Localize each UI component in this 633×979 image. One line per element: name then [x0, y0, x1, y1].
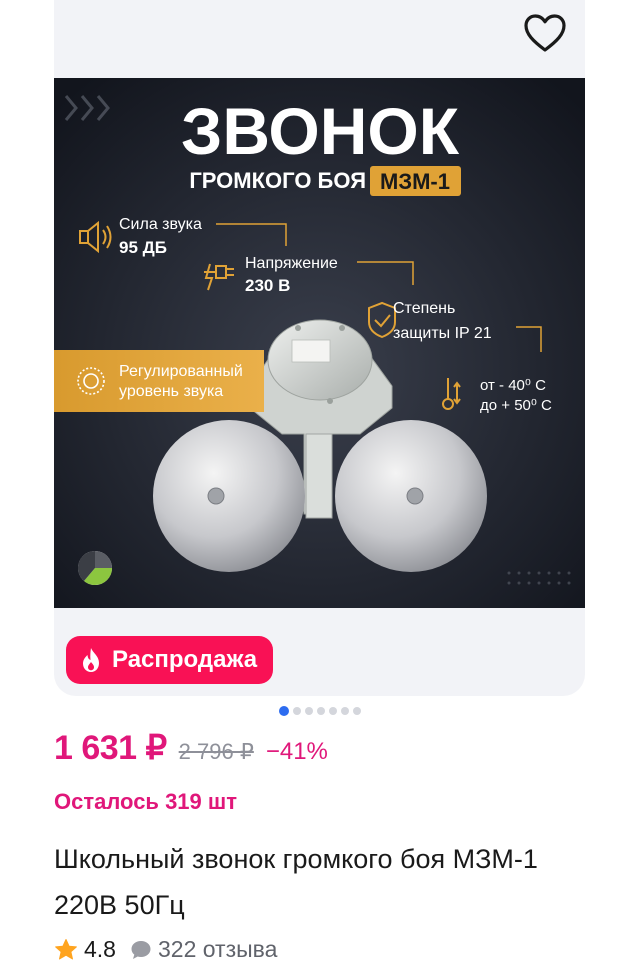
price-row: 1 631 ₽ 2 796 ₽ −41%	[54, 728, 328, 778]
feature-protection-value: защиты IP 21	[393, 325, 492, 342]
speech-bubble-icon	[131, 940, 151, 959]
pager-dot[interactable]	[279, 706, 289, 716]
pager-dot[interactable]	[293, 707, 301, 715]
feature-voltage-value: 230 В	[245, 276, 290, 295]
feature-sound-value: 95 ДБ	[119, 238, 167, 257]
price-current: 1 631 ₽	[54, 729, 167, 767]
pager-dot[interactable]	[329, 707, 337, 715]
price-old: 2 796 ₽	[178, 739, 254, 764]
star-icon	[55, 938, 77, 959]
rating-value: 4.8	[84, 936, 116, 962]
sale-badge-label: Распродажа	[112, 646, 258, 673]
image-headline: ЗВОНОК	[181, 94, 460, 168]
price-discount: −41%	[265, 738, 328, 765]
pager-dot[interactable]	[317, 707, 325, 715]
product-title[interactable]: Школьный звонок громкого боя МЗМ-1 220В …	[54, 836, 574, 928]
feature-temp-min: от - 40⁰ С	[480, 377, 546, 394]
feature-banner-line2: уровень звука	[119, 383, 223, 400]
favorite-button[interactable]	[520, 10, 570, 56]
feature-protection-label: Степень	[393, 300, 455, 317]
rating-row[interactable]: 4.8 322 отзыва	[54, 936, 277, 963]
image-model-badge: МЗМ-1	[380, 169, 450, 194]
gallery-pager[interactable]	[279, 706, 361, 716]
feature-banner-bg	[54, 350, 264, 412]
pager-dot[interactable]	[341, 707, 349, 715]
stock-remaining: Осталось 319 шт	[54, 789, 237, 814]
fire-icon	[83, 648, 99, 672]
brand-logo-icon	[77, 550, 113, 586]
product-image[interactable]: ЗВОНОК ГРОМКОГО БОЯ МЗМ-1 Сила звука 95 …	[54, 78, 585, 608]
feature-temp-max: до + 50⁰ С	[480, 397, 552, 414]
feature-banner-line1: Регулированный	[119, 363, 243, 380]
pager-dot[interactable]	[305, 707, 313, 715]
feature-voltage-label: Напряжение	[245, 255, 338, 272]
pager-dot[interactable]	[353, 707, 361, 715]
reviews-count[interactable]: 322 отзыва	[158, 936, 277, 963]
feature-sound-label: Сила звука	[119, 216, 202, 233]
heart-outline-icon	[524, 14, 566, 52]
sale-badge[interactable]: Распродажа	[66, 636, 274, 684]
image-subline: ГРОМКОГО БОЯ	[189, 168, 366, 193]
